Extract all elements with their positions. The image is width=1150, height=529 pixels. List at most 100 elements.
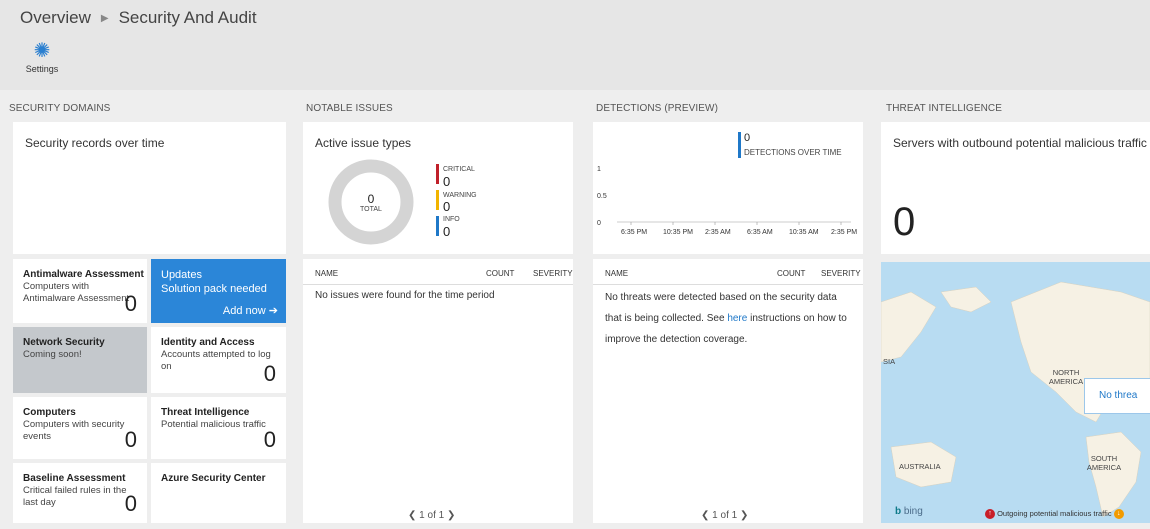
breadcrumb-overview[interactable]: Overview [20,8,91,28]
azure-security-center-title: Azure Security Center [161,473,266,484]
pager-text: 1 of 1 [419,510,445,521]
servers-outbound-title: Servers with outbound potential maliciou… [893,136,1147,150]
updates-subtitle: Solution pack needed [161,283,267,295]
issues-pager: ❮ 1 of 1 ❯ [408,510,455,521]
threat-intelligence-count: 0 [263,427,276,452]
computers-tile[interactable]: Computers Computers with security events… [13,397,147,459]
critical-value: 0 [443,174,451,189]
network-security-title: Network Security [23,337,105,348]
arrow-right-circle-icon: ➔ [268,305,278,317]
threat-map[interactable]: SIA NORTH AMERICA SOUTH AMERICA AUSTRALI… [881,262,1150,523]
issues-empty-message: No issues were found for the time period [315,290,495,301]
warning-label: WARNING [443,192,477,199]
detections-col-name[interactable]: NAME [605,269,628,278]
x-tick-label: 2:35 AM [705,229,731,236]
detections-title: DETECTIONS (PREVIEW) [596,103,719,114]
detections-chart-card[interactable]: 0 DETECTIONS OVER TIME 1 0.5 0 6:35 PM 10:35… [593,122,863,254]
baseline-assessment-tile[interactable]: Baseline Assessment Critical failed rule… [13,463,147,523]
map-legend: ↑ Outgoing potential malicious traffic ↓ [985,509,1124,519]
detections-col-severity[interactable]: SEVERITY [821,269,861,278]
security-records-card[interactable]: Security records over time [13,122,286,254]
issues-col-count[interactable]: COUNT [486,269,514,278]
antimalware-count: 0 [124,291,137,316]
identity-access-count: 0 [263,361,276,386]
settings-label: Settings [25,64,59,74]
detections-grid-header: NAME COUNT SEVERITY [593,259,863,285]
baseline-assessment-title: Baseline Assessment [23,473,126,484]
updates-tile[interactable]: Updates Solution pack needed Add now ➔ [151,259,286,323]
breadcrumb-separator-icon: ▶ [100,12,109,24]
y-tick-label: 1 [597,166,601,173]
x-tick-label: 10:35 AM [789,229,819,236]
settings-button[interactable]: ✺ Settings [22,40,62,74]
computers-title: Computers [23,407,76,418]
info-value: 0 [443,224,451,239]
gear-icon: ✺ [33,40,51,62]
notable-issues-title: NOTABLE ISSUES [306,103,393,114]
pager-next-icon[interactable]: ❯ [447,510,455,521]
active-issue-types-card[interactable]: Active issue types 0 TOTAL CRITICAL 0 WA… [303,122,573,254]
baseline-assessment-count: 0 [124,491,137,516]
x-tick-label: 6:35 AM [747,229,773,236]
y-tick-label: 0.5 [597,193,607,200]
azure-security-center-tile[interactable]: Azure Security Center [151,463,286,523]
identity-access-title: Identity and Access [161,337,255,348]
computers-count: 0 [124,427,137,452]
detections-empty-message: No threats were detected based on the se… [605,287,855,350]
issues-col-name[interactable]: NAME [315,269,338,278]
blade-header: Overview ▶ Security And Audit ✺ Settings [0,0,1150,90]
issues-col-severity[interactable]: SEVERITY [533,269,573,278]
info-bar [436,216,439,236]
threat-intelligence-tile-title: Threat Intelligence [161,407,250,418]
antimalware-title: Antimalware Assessment [23,269,144,280]
antimalware-tile[interactable]: Antimalware Assessment Computers with An… [13,259,147,323]
add-now-label: Add now [222,305,266,317]
outgoing-traffic-icon: ↑ [985,509,995,519]
detections-here-link[interactable]: here [727,313,747,324]
breadcrumb-current: Security And Audit [118,8,257,27]
add-now-link[interactable]: Add now ➔ [223,304,278,317]
detections-over-time-chart: 1 0.5 0 6:35 PM 10:35 PM 2:35 AM 6:35 AM 10:35 … [597,166,857,236]
security-records-title: Security records over time [25,136,165,150]
no-threat-popup: No threa [1084,378,1150,414]
bing-logo: b bing [895,506,923,517]
notable-issues-grid[interactable]: NAME COUNT SEVERITY No issues were found… [303,259,573,523]
y-tick-label: 0 [597,220,601,227]
map-label-australia: AUSTRALIA [899,462,941,471]
x-tick-label: 10:35 PM [663,229,693,236]
breadcrumb: Overview ▶ Security And Audit [20,8,257,28]
x-tick-label: 6:35 PM [621,229,647,236]
servers-outbound-card[interactable]: Servers with outbound potential maliciou… [881,122,1150,254]
asia-landmass [881,291,937,363]
map-label-asia: SIA [883,357,896,366]
detections-grid[interactable]: NAME COUNT SEVERITY No threats were dete… [593,259,863,523]
detections-col-count[interactable]: COUNT [777,269,805,278]
map-label-south-america: SOUTH AMERICA [1086,454,1122,472]
bing-logo-text: bing [903,506,923,517]
incoming-traffic-icon: ↓ [1113,509,1124,519]
security-domains-title: SECURITY DOMAINS [9,103,111,114]
threat-intelligence-title: THREAT INTELLIGENCE [886,103,1002,114]
updates-title: Updates [161,269,202,281]
south-america-landmass [1085,431,1142,518]
map-legend-label: Outgoing potential malicious traffic [997,508,1112,518]
threat-intelligence-tile[interactable]: Threat Intelligence Potential malicious … [151,397,286,459]
critical-label: CRITICAL [443,166,475,173]
servers-outbound-count: 0 [893,200,916,244]
issues-grid-header: NAME COUNT SEVERITY [303,259,573,285]
pager-prev-icon[interactable]: ❮ [408,510,416,521]
donut-total-value: 0 [367,192,375,206]
island-landmass [940,286,992,313]
critical-bar [436,164,439,184]
donut-total-label: TOTAL [360,206,382,213]
info-label: INFO [443,216,460,223]
network-security-tile[interactable]: Network Security Coming soon! [13,327,147,393]
pager-text: 1 of 1 [712,510,738,521]
pager-next-icon[interactable]: ❯ [740,510,748,521]
identity-access-tile[interactable]: Identity and Access Accounts attempted t… [151,327,286,393]
pager-prev-icon[interactable]: ❮ [701,510,709,521]
warning-bar [436,190,439,210]
warning-value: 0 [443,199,451,214]
network-security-subtitle: Coming soon! [23,349,82,360]
active-issue-types-title: Active issue types [315,136,412,150]
